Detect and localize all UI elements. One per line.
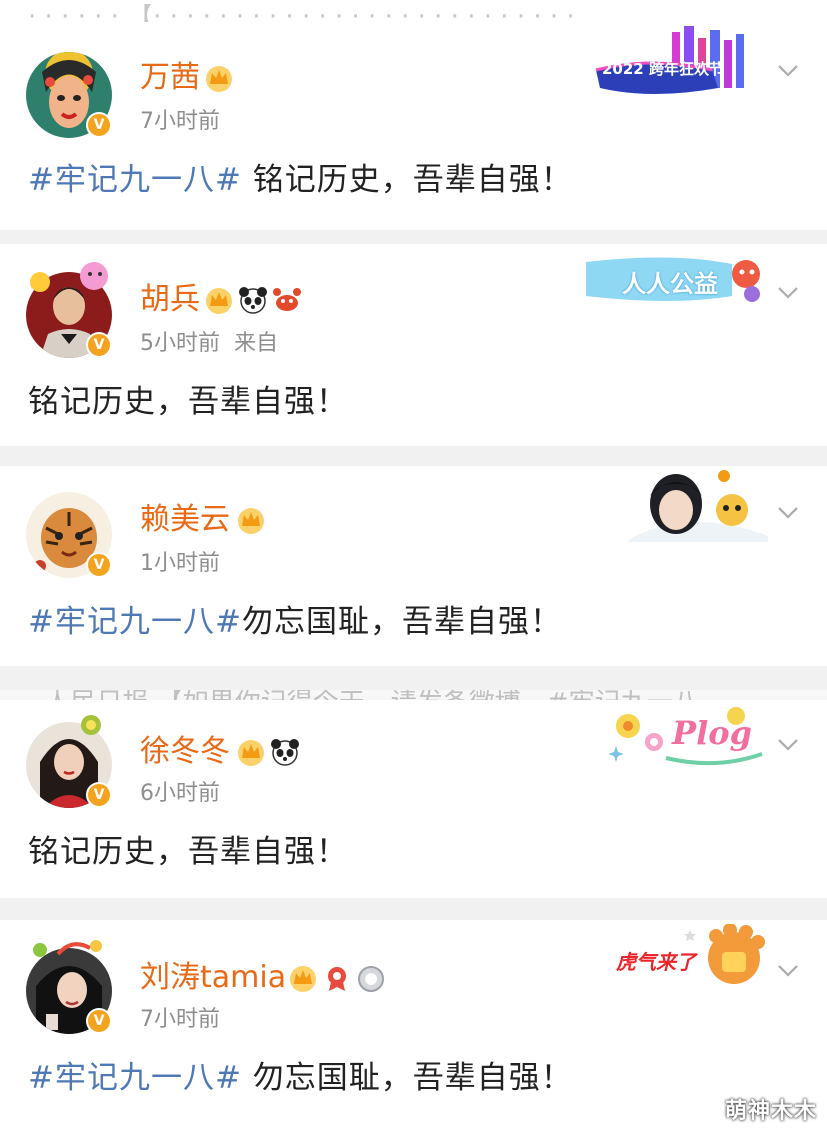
- chevron-down-icon[interactable]: [777, 286, 799, 300]
- post-content: #牢记九一八#勿忘国耻，吾辈自强！: [28, 604, 562, 640]
- watermark: 萌神木木: [724, 1099, 817, 1124]
- post-time: 1小时前: [140, 551, 220, 576]
- crab-icon[interactable]: [272, 286, 302, 314]
- decoration-text: 虎气来了: [616, 950, 696, 974]
- avatar-pendant-icon: [78, 712, 104, 742]
- panda-icon[interactable]: [238, 286, 268, 314]
- medal-silver-icon[interactable]: [356, 964, 386, 992]
- hashtag-link[interactable]: #牢记九一八#: [28, 162, 242, 198]
- verified-v-icon: V: [86, 1008, 112, 1034]
- hashtag-link[interactable]: #牢记九一八#: [28, 604, 242, 640]
- post-time: 6小时前: [140, 781, 220, 806]
- card-decoration: 2022 跨年狂欢节: [592, 26, 762, 98]
- avatar-pendant-star-icon: [28, 262, 118, 300]
- crown-icon[interactable]: [204, 286, 234, 314]
- post-content: #牢记九一八# 勿忘国耻，吾辈自强！: [28, 1060, 573, 1096]
- card-decoration: 人人公益: [582, 252, 768, 306]
- decoration-text: 人人公益: [622, 270, 718, 298]
- chevron-down-icon[interactable]: [777, 964, 799, 978]
- chevron-down-icon[interactable]: [777, 64, 799, 78]
- previous-post-cut-text: · 人民日报 【如果你记得今天，请发条微博，#牢记九一八: [0, 690, 827, 700]
- post-time: 7小时前: [140, 109, 220, 134]
- username[interactable]: 胡兵: [140, 282, 200, 318]
- username[interactable]: 徐冬冬: [140, 734, 230, 770]
- crown-icon[interactable]: [236, 506, 266, 534]
- panda-icon[interactable]: [270, 738, 300, 766]
- decoration-text: 2022 跨年狂欢节: [602, 60, 724, 78]
- verified-v-icon: V: [86, 112, 112, 138]
- chevron-down-icon[interactable]: [777, 738, 799, 752]
- verified-v-icon: V: [86, 552, 112, 578]
- crown-icon[interactable]: [236, 738, 266, 766]
- card-decoration: 虎气来了: [612, 923, 766, 994]
- post-content: 铭记历史，吾辈自强！: [28, 834, 348, 870]
- post-time: 5小时前 来自: [140, 331, 279, 356]
- username[interactable]: 万茜: [140, 60, 200, 96]
- post-source: 来自: [234, 331, 279, 356]
- avatar-pendant-icon: [30, 934, 110, 966]
- crown-icon[interactable]: [204, 64, 234, 92]
- chevron-down-icon[interactable]: [777, 506, 799, 520]
- medal-icon[interactable]: [322, 964, 352, 992]
- decoration-text: Plog: [672, 714, 752, 752]
- previous-post-cut-text: · · · · · · 【· · · · · · · · · · · · · ·…: [28, 4, 575, 22]
- post-content: 铭记历史，吾辈自强！: [28, 384, 348, 420]
- verified-v-icon: V: [86, 782, 112, 808]
- card-decoration: Plog: [606, 700, 766, 772]
- username[interactable]: 刘涛tamia: [140, 960, 286, 996]
- verified-v-icon: V: [86, 332, 112, 358]
- card-decoration: [628, 466, 768, 542]
- post-content: #牢记九一八# 铭记历史，吾辈自强！: [28, 162, 573, 198]
- username[interactable]: 赖美云: [140, 502, 230, 538]
- post-time: 7小时前: [140, 1007, 220, 1032]
- hashtag-link[interactable]: #牢记九一八#: [28, 1060, 242, 1096]
- crown-icon[interactable]: [288, 964, 318, 992]
